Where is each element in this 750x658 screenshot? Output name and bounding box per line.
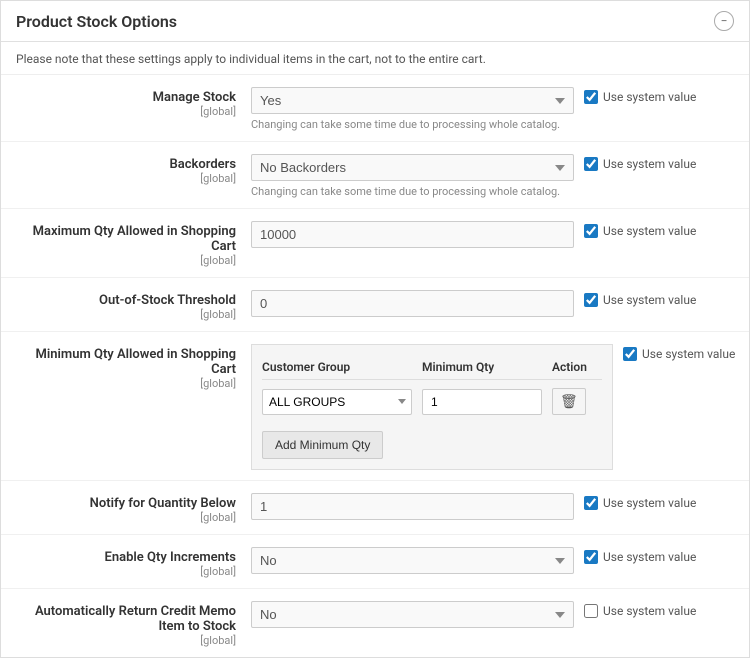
out-of-stock-system-label[interactable]: Use system value [603, 293, 696, 307]
backorders-note: Changing can take some time due to proce… [251, 185, 574, 198]
panel-header: Product Stock Options − [1, 1, 749, 42]
out-of-stock-input[interactable] [251, 290, 574, 317]
col-header-action: Action [542, 360, 602, 374]
enable-qty-increments-select[interactable]: No Yes [251, 547, 574, 574]
col-header-minimum-qty: Minimum Qty [412, 360, 542, 374]
col-header-customer-group: Customer Group [262, 360, 412, 374]
max-qty-use-system: Use system value [574, 219, 734, 238]
panel-note: Please note that these settings apply to… [1, 42, 749, 75]
manage-stock-system-label[interactable]: Use system value [603, 90, 696, 104]
manage-stock-use-system: Use system value [574, 85, 734, 104]
customer-group-select[interactable]: ALL GROUPS General Wholesale Retailer [262, 389, 412, 415]
min-qty-input-wrap [412, 389, 542, 415]
min-qty-label: Minimum Qty Allowed in Shopping Cart [gl… [16, 342, 251, 390]
auto-return-select[interactable]: No Yes [251, 601, 574, 628]
manage-stock-note: Changing can take some time due to proce… [251, 118, 574, 131]
max-qty-control [251, 219, 574, 248]
auto-return-system-checkbox[interactable] [584, 604, 598, 618]
min-qty-system-label[interactable]: Use system value [642, 347, 735, 361]
form-body: Manage Stock [global] Yes No Changing ca… [1, 75, 749, 657]
enable-qty-increments-label: Enable Qty Increments [global] [16, 545, 251, 578]
min-qty-control: Customer Group Minimum Qty Action ALL GR… [251, 342, 613, 470]
enable-qty-increments-control: No Yes [251, 545, 574, 574]
notify-qty-control [251, 491, 574, 520]
min-qty-input[interactable] [422, 389, 542, 415]
auto-return-control: No Yes [251, 599, 574, 628]
backorders-row: Backorders [global] No Backorders Allow … [1, 142, 749, 209]
enable-qty-increments-system-label[interactable]: Use system value [603, 550, 696, 564]
min-qty-action-wrap: 🗑 [542, 388, 602, 415]
min-qty-row: Minimum Qty Allowed in Shopping Cart [gl… [1, 332, 749, 481]
out-of-stock-label: Out-of-Stock Threshold [global] [16, 288, 251, 321]
auto-return-row: Automatically Return Credit Memo Item to… [1, 589, 749, 657]
panel-title: Product Stock Options [16, 12, 177, 31]
auto-return-use-system: Use system value [574, 599, 734, 618]
out-of-stock-system-checkbox[interactable] [584, 293, 598, 307]
out-of-stock-use-system: Use system value [574, 288, 734, 307]
auto-return-label: Automatically Return Credit Memo Item to… [16, 599, 251, 647]
product-stock-options-panel: Product Stock Options − Please note that… [0, 0, 750, 658]
notify-qty-system-label[interactable]: Use system value [603, 496, 696, 510]
notify-qty-use-system: Use system value [574, 491, 734, 510]
notify-qty-row: Notify for Quantity Below [global] Use s… [1, 481, 749, 535]
min-qty-table-container: Customer Group Minimum Qty Action ALL GR… [251, 344, 613, 470]
enable-qty-increments-row: Enable Qty Increments [global] No Yes Us… [1, 535, 749, 589]
customer-group-select-wrap: ALL GROUPS General Wholesale Retailer [262, 389, 412, 415]
backorders-system-label[interactable]: Use system value [603, 157, 696, 171]
notify-qty-input[interactable] [251, 493, 574, 520]
backorders-label: Backorders [global] [16, 152, 251, 185]
min-qty-table-row: ALL GROUPS General Wholesale Retailer 🗑 [262, 388, 602, 415]
min-qty-table-header: Customer Group Minimum Qty Action [262, 355, 602, 380]
manage-stock-label: Manage Stock [global] [16, 85, 251, 118]
manage-stock-select[interactable]: Yes No [251, 87, 574, 114]
max-qty-row: Maximum Qty Allowed in Shopping Cart [gl… [1, 209, 749, 278]
manage-stock-row: Manage Stock [global] Yes No Changing ca… [1, 75, 749, 142]
backorders-use-system: Use system value [574, 152, 734, 171]
max-qty-input[interactable] [251, 221, 574, 248]
enable-qty-increments-use-system: Use system value [574, 545, 734, 564]
max-qty-system-label[interactable]: Use system value [603, 224, 696, 238]
backorders-system-checkbox[interactable] [584, 157, 598, 171]
max-qty-system-checkbox[interactable] [584, 224, 598, 238]
max-qty-label: Maximum Qty Allowed in Shopping Cart [gl… [16, 219, 251, 267]
notify-qty-label: Notify for Quantity Below [global] [16, 491, 251, 524]
delete-min-qty-button[interactable]: 🗑 [552, 388, 586, 415]
backorders-control: No Backorders Allow Qty Below 0 Allow Qt… [251, 152, 574, 198]
out-of-stock-control [251, 288, 574, 317]
notify-qty-system-checkbox[interactable] [584, 496, 598, 510]
min-qty-use-system: Use system value [613, 342, 750, 361]
auto-return-system-label[interactable]: Use system value [603, 604, 696, 618]
out-of-stock-row: Out-of-Stock Threshold [global] Use syst… [1, 278, 749, 332]
enable-qty-increments-system-checkbox[interactable] [584, 550, 598, 564]
manage-stock-control: Yes No Changing can take some time due t… [251, 85, 574, 131]
manage-stock-system-checkbox[interactable] [584, 90, 598, 104]
min-qty-system-checkbox[interactable] [623, 347, 637, 361]
collapse-button[interactable]: − [714, 11, 734, 31]
backorders-select[interactable]: No Backorders Allow Qty Below 0 Allow Qt… [251, 154, 574, 181]
add-minimum-qty-button[interactable]: Add Minimum Qty [262, 431, 383, 459]
